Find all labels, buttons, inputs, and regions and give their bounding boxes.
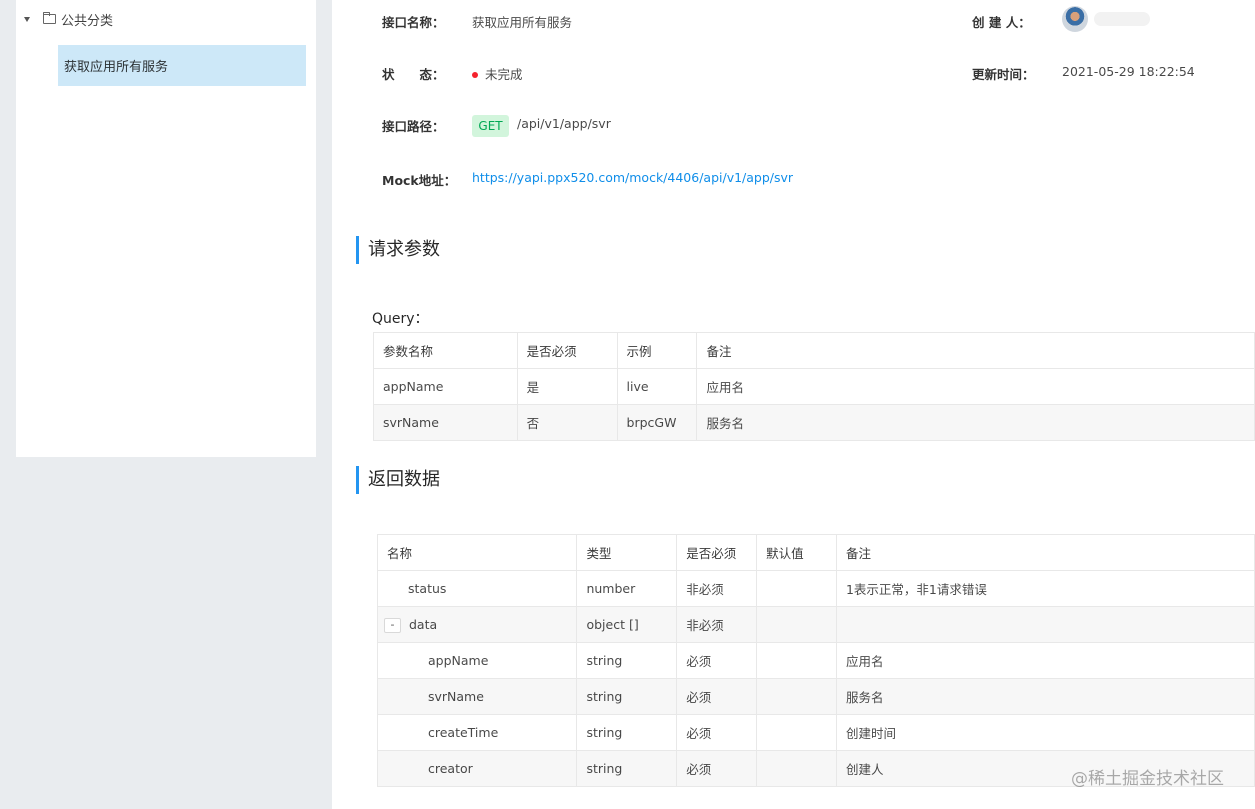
response-data-title: 返回数据 [356, 466, 440, 494]
table-row: svrName string 必须 服务名 [376, 678, 1255, 715]
table-cell: 是 [516, 368, 618, 405]
table-cell: 应用名 [696, 368, 1255, 405]
table-cell: string [576, 714, 678, 751]
avatar[interactable] [1062, 6, 1088, 32]
table-cell: string [576, 642, 678, 679]
table-cell: createTime [376, 714, 578, 751]
table-cell: creator [376, 750, 578, 787]
table-cell [756, 642, 837, 679]
table-cell: object [] [576, 606, 678, 643]
status-label: 状 态： [382, 67, 445, 82]
table-cell: 应用名 [835, 642, 1255, 679]
path-value: /api/v1/app/svr [517, 116, 611, 131]
watermark: @稀土掘金技术社区 [1071, 769, 1224, 789]
tree-item-selected[interactable]: 获取应用所有服务 [58, 45, 306, 86]
table-row: svrName 否 brpcGW 服务名 [373, 404, 1255, 441]
creator-label: 创 建 人： [972, 15, 1031, 30]
table-row: appName string 必须 应用名 [376, 642, 1255, 679]
updated-time-label: 更新时间： [972, 67, 1035, 82]
table-cell: status [376, 570, 578, 607]
mock-label: Mock地址： [382, 173, 457, 188]
method-badge: GET [472, 115, 509, 137]
table-row: appName 是 live 应用名 [373, 368, 1255, 405]
table-header-row: 参数名称 是否必须 示例 备注 [373, 332, 1255, 369]
status-text: 未完成 [485, 67, 523, 82]
updated-time-value: 2021-05-29 18:22:54 [1062, 64, 1195, 79]
table-cell: 否 [516, 404, 618, 441]
tree-category-label: 公共分类 [61, 13, 114, 29]
table-cell [756, 714, 837, 751]
table-header-cell: 参数名称 [373, 332, 518, 369]
request-params-title: 请求参数 [356, 236, 440, 264]
caret-down-icon[interactable] [24, 16, 30, 22]
table-cell: 必须 [676, 714, 758, 751]
table-cell: 必须 [676, 642, 758, 679]
table-cell: 创建时间 [835, 714, 1255, 751]
table-header-cell: 默认值 [756, 534, 837, 571]
table-cell [756, 678, 837, 715]
creator-name-blurred [1094, 12, 1150, 26]
table-cell: string [576, 750, 678, 787]
query-params-table: 参数名称 是否必须 示例 备注 appName 是 live 应用名 svrNa… [373, 332, 1255, 441]
table-header-cell: 是否必须 [516, 332, 618, 369]
table-cell [756, 570, 837, 607]
table-cell [756, 606, 837, 643]
table-cell: appName [373, 368, 518, 405]
table-cell: live [616, 368, 698, 405]
status-dot-icon [472, 72, 478, 78]
main-content: 接口名称： 获取应用所有服务 创 建 人： 状 态： 未完成 更新时间： 202… [332, 0, 1255, 809]
table-cell: 非必须 [676, 570, 758, 607]
response-data-table: 名称 类型 是否必须 默认值 备注 status number 非必须 1表示正… [376, 534, 1255, 787]
table-row: - data object [] 非必须 [376, 606, 1255, 643]
table-cell: 服务名 [835, 678, 1255, 715]
mock-url-link[interactable]: https://yapi.ppx520.com/mock/4406/api/v1… [472, 170, 793, 185]
table-cell: number [576, 570, 678, 607]
interface-name-label: 接口名称： [382, 15, 445, 30]
table-header-cell: 是否必须 [676, 534, 758, 571]
interface-name-value: 获取应用所有服务 [472, 15, 573, 30]
table-cell: 服务名 [696, 404, 1255, 441]
table-cell: - data [376, 606, 578, 643]
table-header-cell: 名称 [376, 534, 578, 571]
path-label: 接口路径： [382, 119, 445, 134]
table-header-cell: 示例 [616, 332, 698, 369]
table-cell: 1表示正常，非1请求错误 [835, 570, 1255, 607]
table-cell: 非必须 [676, 606, 758, 643]
table-header-cell: 备注 [835, 534, 1255, 571]
tree-category-public[interactable]: 公共分类 [24, 10, 114, 29]
table-cell: 必须 [676, 750, 758, 787]
table-header-cell: 类型 [576, 534, 678, 571]
table-cell [756, 750, 837, 787]
table-row: status number 非必须 1表示正常，非1请求错误 [376, 570, 1255, 607]
status-value: 未完成 [472, 64, 523, 83]
folder-icon [43, 12, 56, 24]
field-name: data [409, 616, 438, 632]
table-cell: svrName [376, 678, 578, 715]
table-header-cell: 备注 [696, 332, 1255, 369]
table-cell: string [576, 678, 678, 715]
table-cell: brpcGW [616, 404, 698, 441]
table-row: createTime string 必须 创建时间 [376, 714, 1255, 751]
table-cell [835, 606, 1255, 643]
collapse-button[interactable]: - [384, 617, 401, 633]
query-label: Query： [372, 311, 429, 327]
table-cell: svrName [373, 404, 518, 441]
table-header-row: 名称 类型 是否必须 默认值 备注 [376, 534, 1255, 571]
table-cell: appName [376, 642, 578, 679]
table-cell: 必须 [676, 678, 758, 715]
